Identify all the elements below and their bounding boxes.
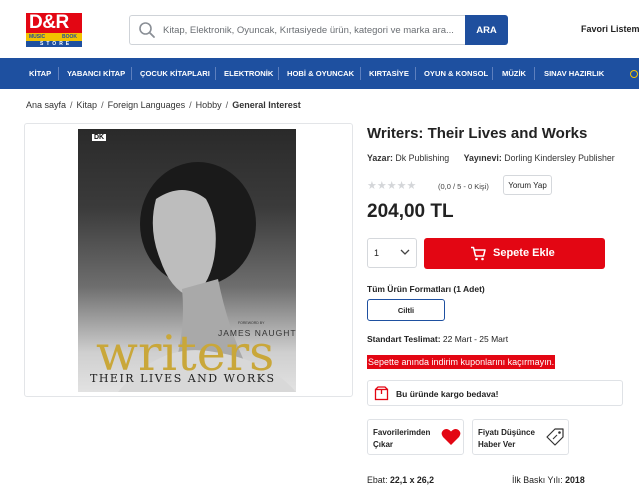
delivery-info: Standart Teslimat: 22 Mart - 25 Mart [367,334,508,344]
nav-item-kitap[interactable]: KİTAP [29,58,51,89]
logo-text: D&R [29,12,69,33]
add-to-cart-button[interactable]: Sepete Ekle [424,238,605,269]
price-alarm-button[interactable]: Fiyatı Düşünce Haber Ver [472,419,569,455]
search-input[interactable] [163,17,461,43]
nav-item-oyun-konsol[interactable]: OYUN & KONSOL [424,58,488,89]
nav-divider [215,67,216,80]
breadcrumb: Ana sayfa / Kitap / Foreign Languages / Hobby /… [26,100,301,110]
nav-divider [492,67,493,80]
dimensions-label: Ebat: [367,475,388,485]
nav-item-yabanci-kitap[interactable]: YABANCI KİTAP [67,58,125,89]
logo-left-tag: MUSIC [29,34,46,40]
author-label: Yazar: [367,153,393,163]
favorite-toggle-button[interactable]: Favorilerimden Çıkar [367,419,464,455]
nav-item-kirtasiye[interactable]: KIRTASİYE [369,58,409,89]
publisher-label: Yayınevi: [463,153,502,163]
breadcrumb-item[interactable]: Ana sayfa [26,100,66,110]
formats-title: Tüm Ürün Formatları (1 Adet) [367,284,485,294]
first-print-value: 2018 [565,475,585,485]
logo-right-tag: BOOK [62,34,77,40]
nav-divider [58,67,59,80]
logo-bottom: STORE [40,41,73,47]
product-price: 204,00 TL [367,201,454,222]
book-cover-image[interactable]: DK FOREWORD BY JAMES NAUGHTIE writers TH… [78,129,296,392]
breadcrumb-item[interactable]: Kitap [77,100,98,110]
publisher-link[interactable]: Dorling Kindersley Publisher [504,153,615,163]
favorite-toggle-label: Favorilerimden Çıkar [373,428,431,449]
free-shipping-box: Bu üründe kargo bedava! [367,380,623,406]
nav-item-cocuk-kitaplari[interactable]: ÇOCUK KİTAPLARI [140,58,210,89]
nav-divider [360,67,361,80]
promo-banner: Sepette anında indirim kuponlarını kaçır… [367,355,556,369]
spec-first-print: İlk Baskı Yılı: 2018 [512,475,585,485]
search-button[interactable]: ARA [465,15,508,45]
cover-subtitle: THEIR LIVES AND WORKS [90,372,276,385]
breadcrumb-current: General Interest [232,100,301,110]
first-print-label: İlk Baskı Yılı: [512,475,563,485]
nav-item-elektronik[interactable]: ELEKTRONİK [224,58,273,89]
price-tag-icon [546,428,564,446]
spec-dimensions: Ebat: 22,1 x 26,2 [367,475,434,485]
cover-publisher-mark: DK [92,134,107,141]
dimensions-value: 22,1 x 26,2 [390,475,435,485]
add-to-cart-label: Sepete Ekle [493,247,555,259]
nav-divider [534,67,535,80]
search-box [129,15,465,45]
product-title: Writers: Their Lives and Works [367,125,588,142]
nav-item-hobi-oyuncak[interactable]: HOBİ & OYUNCAK [287,58,354,89]
site-header: D&R MUSIC BOOK STORE ARA Favori Listem [0,0,639,58]
breadcrumb-item[interactable]: Hobby [196,100,222,110]
nav-divider [278,67,279,80]
write-review-button[interactable]: Yorum Yap [503,175,552,195]
cart-icon [471,246,486,261]
delivery-label: Standart Teslimat: [367,334,441,344]
quantity-value: 1 [374,248,380,258]
nav-item-muzik[interactable]: MÜZİK [502,58,526,89]
heart-icon [441,429,461,445]
delivery-dates: 22 Mart - 25 Mart [442,334,509,344]
box-icon [374,386,389,401]
quantity-select[interactable]: 1 [367,238,417,268]
format-option-ciltli[interactable]: Ciltli [367,299,445,321]
rating-summary: (0,0 / 5 - 0 Kişi) [438,182,489,191]
nav-divider [415,67,416,80]
favorites-link[interactable]: Favori Listem [581,24,639,34]
breadcrumb-item[interactable]: Foreign Languages [108,100,186,110]
nav-extra-icon[interactable] [630,70,638,78]
author-link[interactable]: Dk Publishing [395,153,449,163]
free-shipping-text: Bu üründe kargo bedava! [396,389,499,399]
price-alarm-label: Fiyatı Düşünce Haber Ver [478,428,535,449]
category-nav: KİTAP YABANCI KİTAP ÇOCUK KİTAPLARI ELEK… [0,58,639,89]
search-icon [139,22,155,38]
rating-stars: ★★★★★ [367,180,417,192]
chevron-down-icon [400,249,410,255]
product-meta: Yazar: Dk Publishing Yayınevi: Dorling K… [367,153,615,163]
dr-logo[interactable]: D&R MUSIC BOOK STORE [26,12,82,47]
nav-divider [131,67,132,80]
nav-item-sinav-hazirlik[interactable]: SINAV HAZIRLIK [544,58,604,89]
